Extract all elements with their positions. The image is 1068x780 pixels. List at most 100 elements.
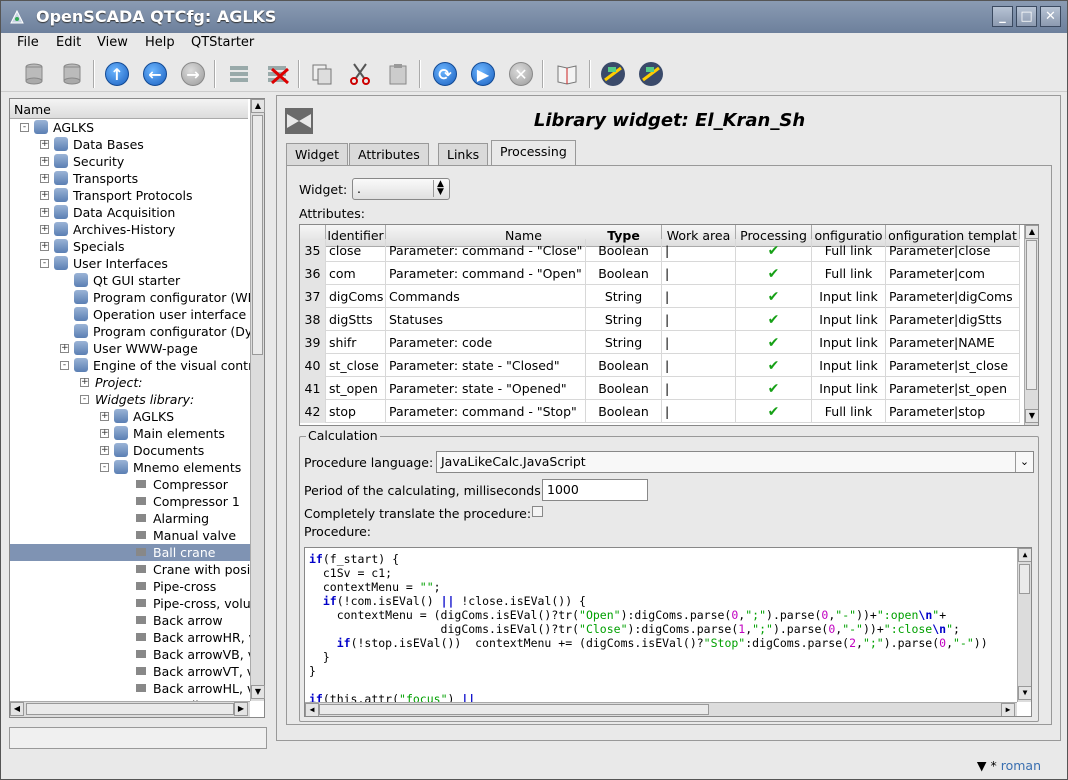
check-icon[interactable]: ✔: [768, 266, 780, 282]
vision-run-icon[interactable]: [636, 59, 666, 89]
expand-icon[interactable]: +: [40, 157, 49, 166]
tree-item[interactable]: Manual valve: [10, 527, 250, 544]
vision-develop-icon[interactable]: [598, 59, 628, 89]
tree-item[interactable]: Back arrow: [10, 612, 250, 629]
expand-icon[interactable]: +: [40, 140, 49, 149]
tree-item[interactable]: Alarming: [10, 510, 250, 527]
copy-icon[interactable]: [307, 59, 337, 89]
maximize-button[interactable]: □: [1016, 6, 1037, 27]
tree-item[interactable]: Ball crane: [10, 544, 250, 561]
tree-item[interactable]: + Project:: [10, 374, 250, 391]
tree-item[interactable]: Compressor: [10, 476, 250, 493]
tree-item[interactable]: Back arrowHL, v: [10, 680, 250, 697]
back-icon[interactable]: ←: [140, 59, 170, 89]
db-load-icon[interactable]: [19, 59, 49, 89]
table-row[interactable]: 40 st_close Parameter: state - "Closed" Boo…: [300, 354, 1020, 377]
tree-item[interactable]: + AGLKS: [10, 408, 250, 425]
expand-icon[interactable]: +: [60, 344, 69, 353]
navigation-tree[interactable]: - AGLKS + Data Bases + Security + Transports + Tr…: [10, 119, 250, 701]
table-cell-proc[interactable]: ✔: [736, 331, 812, 354]
tree-horizontal-scrollbar[interactable]: ◀ ▶: [10, 701, 250, 717]
tree-item[interactable]: + Transports: [10, 170, 250, 187]
table-cell-proc[interactable]: ✔: [736, 400, 812, 423]
tab-attributes[interactable]: Attributes: [349, 143, 429, 165]
manual-icon[interactable]: [552, 59, 582, 89]
expand-icon[interactable]: +: [40, 174, 49, 183]
table-row[interactable]: 36 com Parameter: command - "Open" Boolean |…: [300, 262, 1020, 285]
table-row[interactable]: 41 st_open Parameter: state - "Opened" Bool…: [300, 377, 1020, 400]
tree-item[interactable]: + Archives-History: [10, 221, 250, 238]
cut-icon[interactable]: [345, 59, 375, 89]
table-row[interactable]: 35 close Parameter: command - "Close" Boole…: [300, 239, 1020, 262]
menu-qtstarter[interactable]: QTStarter: [191, 35, 254, 50]
tree-item[interactable]: - AGLKS: [10, 119, 250, 136]
check-icon[interactable]: ✔: [768, 312, 780, 328]
expand-icon[interactable]: +: [80, 378, 89, 387]
translate-checkbox[interactable]: [532, 506, 543, 517]
tree-item[interactable]: + Data Acquisition: [10, 204, 250, 221]
delete-item-icon[interactable]: [263, 59, 293, 89]
table-cell-proc[interactable]: ✔: [736, 308, 812, 331]
attributes-table[interactable]: Identifier Name Type Work area Processin…: [299, 224, 1039, 426]
tree-item[interactable]: + Main elements: [10, 425, 250, 442]
table-row[interactable]: 39 shifr Parameter: code String | ✔ Input link…: [300, 331, 1020, 354]
tree-item[interactable]: - User Interfaces: [10, 255, 250, 272]
tree-item[interactable]: Program configurator (WE: [10, 289, 250, 306]
collapse-icon[interactable]: -: [40, 259, 49, 268]
table-cell-proc[interactable]: ✔: [736, 239, 812, 262]
tree-item[interactable]: Back arrowHR, v: [10, 629, 250, 646]
up-icon[interactable]: ↑: [102, 59, 132, 89]
forward-icon[interactable]: →: [178, 59, 208, 89]
collapse-icon[interactable]: -: [80, 395, 89, 404]
username[interactable]: roman: [1001, 758, 1041, 773]
check-icon[interactable]: ✔: [768, 404, 780, 420]
db-save-icon[interactable]: [57, 59, 87, 89]
tree-item[interactable]: + Security: [10, 153, 250, 170]
expand-icon[interactable]: +: [100, 412, 109, 421]
editor-vertical-scrollbar[interactable]: ▲ ▼: [1017, 548, 1031, 702]
tree-vertical-scrollbar[interactable]: ▲ ▼: [250, 99, 265, 701]
check-icon[interactable]: ✔: [768, 381, 780, 397]
stop-icon[interactable]: ✕: [506, 59, 536, 89]
widget-select[interactable]: . ▲ ▼: [352, 178, 450, 200]
tree-item[interactable]: Crane with posit: [10, 561, 250, 578]
tree-item[interactable]: Back arrowVT, v: [10, 663, 250, 680]
tree-item[interactable]: + Data Bases: [10, 136, 250, 153]
tab-links[interactable]: Links: [438, 143, 489, 165]
tree-item[interactable]: - Mnemo elements: [10, 459, 250, 476]
procedure-language-select[interactable]: JavaLikeCalc.JavaScript ⌄: [436, 451, 1034, 473]
tree-item[interactable]: Qt GUI starter: [10, 272, 250, 289]
check-icon[interactable]: ✔: [768, 243, 780, 259]
check-icon[interactable]: ✔: [768, 335, 780, 351]
menu-view[interactable]: View: [97, 35, 128, 50]
collapse-icon[interactable]: -: [20, 123, 29, 132]
tree-item[interactable]: + Specials: [10, 238, 250, 255]
expand-icon[interactable]: +: [100, 429, 109, 438]
start-icon[interactable]: ▶: [468, 59, 498, 89]
menu-help[interactable]: Help: [145, 35, 175, 50]
procedure-editor[interactable]: if(f_start) { c1Sv = c1; contextMenu = "…: [304, 547, 1032, 717]
collapse-icon[interactable]: -: [100, 463, 109, 472]
table-cell-proc[interactable]: ✔: [736, 262, 812, 285]
tree-item[interactable]: + Transport Protocols: [10, 187, 250, 204]
table-vertical-scrollbar[interactable]: ▲ ▼: [1024, 225, 1038, 425]
tree-item[interactable]: - Engine of the visual contro: [10, 357, 250, 374]
menu-file[interactable]: File: [17, 35, 39, 50]
expand-icon[interactable]: +: [40, 225, 49, 234]
menu-edit[interactable]: Edit: [56, 35, 81, 50]
tree-item[interactable]: Pipe-cross, volu: [10, 595, 250, 612]
tree-item[interactable]: Operation user interface (: [10, 306, 250, 323]
tree-item[interactable]: Back arrowVB, v: [10, 646, 250, 663]
table-cell-proc[interactable]: ✔: [736, 354, 812, 377]
tab-widget[interactable]: Widget: [286, 143, 349, 165]
expand-icon[interactable]: +: [40, 191, 49, 200]
paste-icon[interactable]: [383, 59, 413, 89]
minimize-button[interactable]: _: [992, 6, 1013, 27]
collapse-icon[interactable]: -: [60, 361, 69, 370]
close-window-button[interactable]: ✕: [1040, 6, 1061, 27]
tree-item[interactable]: Program configurator (Dyn: [10, 323, 250, 340]
tree-item[interactable]: Pipe-cross: [10, 578, 250, 595]
tab-processing[interactable]: Processing: [491, 140, 576, 166]
table-row[interactable]: 42 stop Parameter: command - "Stop" Boolean…: [300, 400, 1020, 423]
tree-item[interactable]: + User WWW-page: [10, 340, 250, 357]
